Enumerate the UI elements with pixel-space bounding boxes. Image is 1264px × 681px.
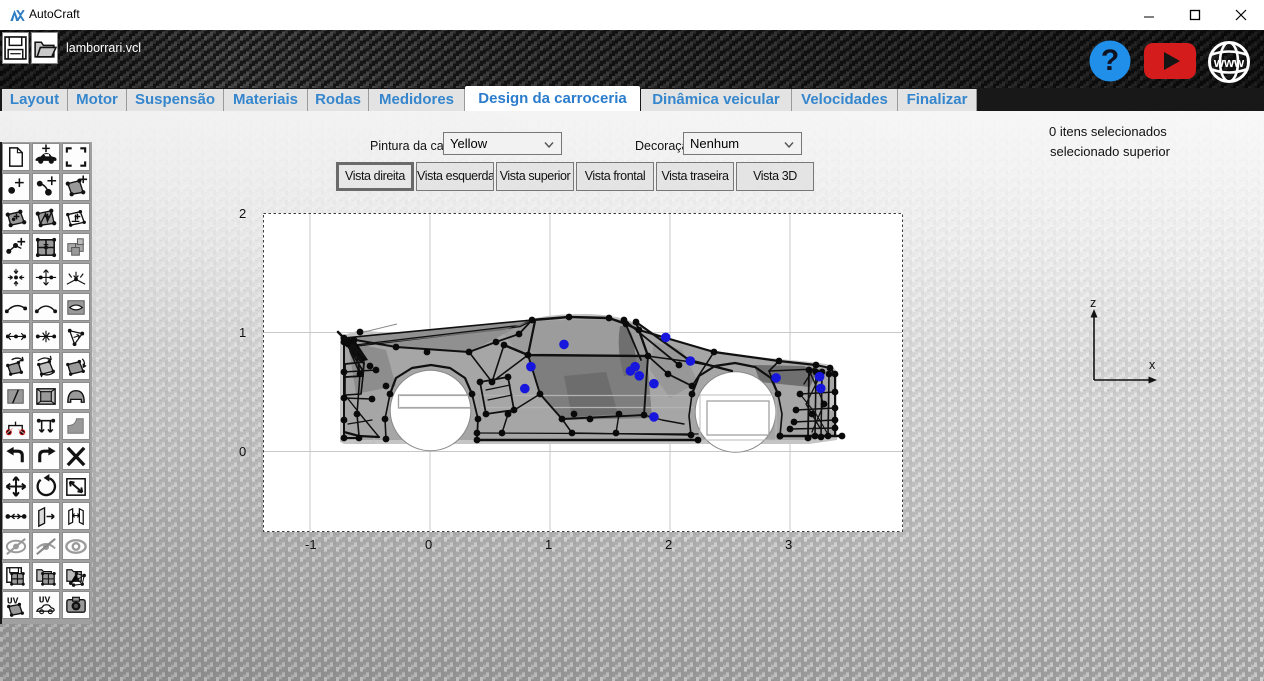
svg-text:z: z	[1090, 296, 1096, 310]
svg-text:?: ?	[1101, 44, 1119, 77]
svg-text:x: x	[1149, 358, 1156, 372]
svg-text:UV: UV	[39, 595, 51, 606]
svg-text:www: www	[1213, 55, 1245, 70]
